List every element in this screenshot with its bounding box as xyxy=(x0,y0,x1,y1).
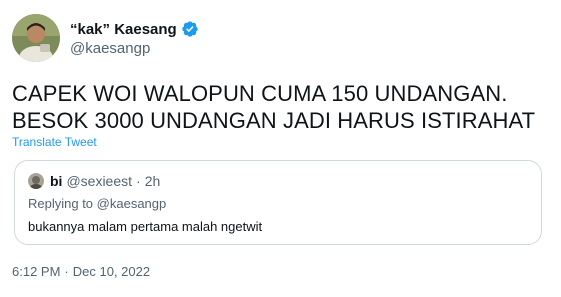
author-avatar[interactable] xyxy=(12,14,60,62)
author-name[interactable]: “kak” Kaesang xyxy=(70,20,199,38)
tweet-timestamp: 6:12 PM · Dec 10, 2022 xyxy=(12,264,150,279)
translate-tweet-link[interactable]: Translate Tweet xyxy=(12,135,97,149)
quoted-tweet-time[interactable]: 2h xyxy=(145,173,161,189)
quoted-author-handle[interactable]: @sexieest xyxy=(66,173,132,189)
verified-badge-icon xyxy=(182,21,198,37)
replying-to-prefix: Replying to xyxy=(28,196,94,211)
replying-to-line: Replying to @kaesangp xyxy=(28,196,166,211)
avatar-photo-icon xyxy=(12,14,60,62)
quoted-author-avatar[interactable] xyxy=(28,173,44,189)
quoted-tweet-text: bukannya malam pertama malah ngetwit xyxy=(28,219,263,234)
replying-to-mention: @kaesangp xyxy=(96,196,167,211)
quoted-tweet-header: bi @sexieest · 2h xyxy=(28,173,160,189)
separator-dot: · xyxy=(136,173,141,189)
tweet-text-line: BESOK 3000 UNDANGAN JADI HARUS ISTIRAHAT xyxy=(12,108,536,133)
tweet-date[interactable]: Dec 10, 2022 xyxy=(73,264,150,279)
quoted-author-name[interactable]: bi xyxy=(50,173,62,189)
tweet-text-line: CAPEK WOI WALOPUN CUMA 150 UNDANGAN. xyxy=(12,81,508,106)
tweet-text: CAPEK WOI WALOPUN CUMA 150 UNDANGAN. BES… xyxy=(12,80,557,134)
author-name-text: “kak” Kaesang xyxy=(70,20,177,38)
quoted-tweet-card[interactable]: bi @sexieest · 2h Replying to @kaesangp … xyxy=(14,160,542,245)
author-handle[interactable]: @kaesangp xyxy=(70,40,150,57)
separator-dot: · xyxy=(64,264,69,279)
tweet-time[interactable]: 6:12 PM xyxy=(12,264,60,279)
avatar-photo-icon xyxy=(28,173,44,189)
